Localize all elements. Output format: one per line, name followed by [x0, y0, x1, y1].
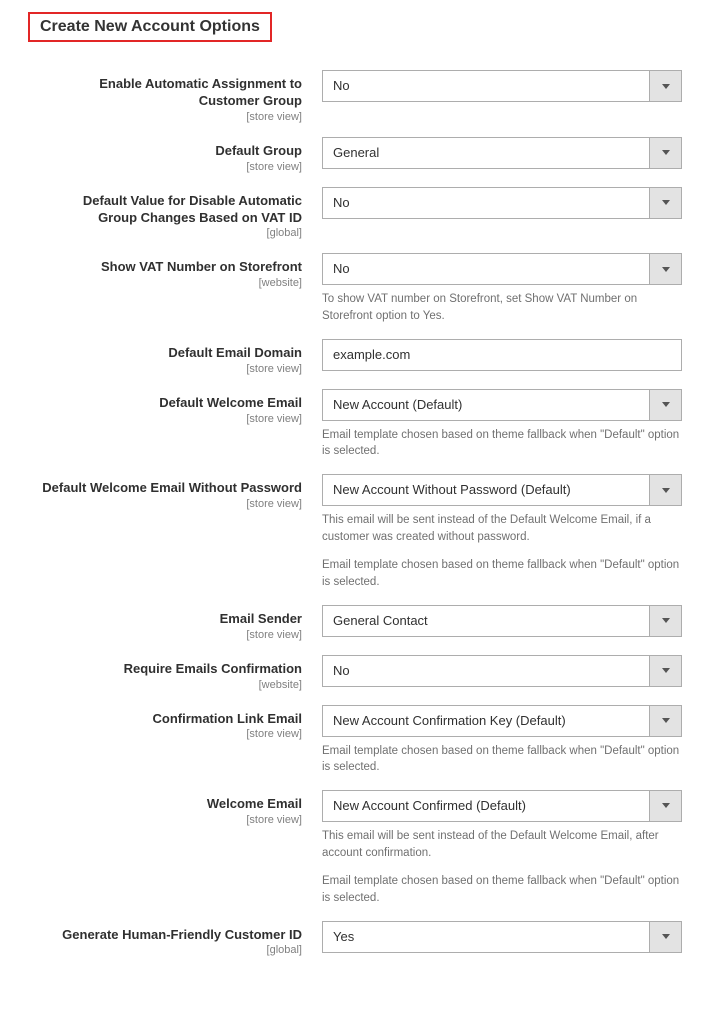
label-human-friendly-id: Generate Human-Friendly Customer ID [62, 927, 302, 942]
label-auto-assign: Enable Automatic Assignment to Customer … [99, 76, 302, 108]
scope-disable-auto-group: [global] [42, 227, 302, 239]
dropdown-button[interactable] [649, 706, 681, 736]
select-confirm-link[interactable]: New Account Confirmation Key (Default) [322, 705, 682, 737]
field-welcome-no-pw: Default Welcome Email Without Password [… [42, 474, 691, 591]
caret-down-icon [662, 267, 670, 272]
field-human-friendly-id: Generate Human-Friendly Customer ID [glo… [42, 921, 691, 957]
scope-welcome-confirmed: [store view] [42, 814, 302, 826]
select-value: No [323, 254, 649, 284]
dropdown-button[interactable] [649, 475, 681, 505]
select-value: New Account (Default) [323, 390, 649, 420]
label-default-group: Default Group [215, 143, 302, 158]
caret-down-icon [662, 718, 670, 723]
select-value: General Contact [323, 606, 649, 636]
field-auto-assign: Enable Automatic Assignment to Customer … [42, 70, 691, 123]
dropdown-button[interactable] [649, 791, 681, 821]
label-show-vat: Show VAT Number on Storefront [101, 259, 302, 274]
select-value: No [323, 656, 649, 686]
help-welcome-confirmed-2: Email template chosen based on theme fal… [322, 873, 682, 906]
select-disable-auto-group[interactable]: No [322, 187, 682, 219]
field-email-domain: Default Email Domain [store view] [42, 339, 691, 375]
scope-human-friendly-id: [global] [42, 944, 302, 956]
field-welcome-email: Default Welcome Email [store view] New A… [42, 389, 691, 460]
dropdown-button[interactable] [649, 254, 681, 284]
select-welcome-email[interactable]: New Account (Default) [322, 389, 682, 421]
label-email-domain: Default Email Domain [168, 345, 302, 360]
caret-down-icon [662, 934, 670, 939]
select-show-vat[interactable]: No [322, 253, 682, 285]
label-email-sender: Email Sender [220, 611, 302, 626]
caret-down-icon [662, 200, 670, 205]
caret-down-icon [662, 150, 670, 155]
help-confirm-link: Email template chosen based on theme fal… [322, 743, 682, 776]
select-value: No [323, 71, 649, 101]
scope-confirm-link: [store view] [42, 728, 302, 740]
help-welcome-email: Email template chosen based on theme fal… [322, 427, 682, 460]
label-welcome-no-pw: Default Welcome Email Without Password [42, 480, 302, 495]
select-welcome-no-pw[interactable]: New Account Without Password (Default) [322, 474, 682, 506]
scope-email-sender: [store view] [42, 629, 302, 641]
select-require-confirm[interactable]: No [322, 655, 682, 687]
dropdown-button[interactable] [649, 390, 681, 420]
field-default-group: Default Group [store view] General [42, 137, 691, 173]
dropdown-button[interactable] [649, 71, 681, 101]
caret-down-icon [662, 84, 670, 89]
dropdown-button[interactable] [649, 656, 681, 686]
field-welcome-confirmed: Welcome Email [store view] New Account C… [42, 790, 691, 907]
help-welcome-confirmed-1: This email will be sent instead of the D… [322, 828, 682, 861]
scope-show-vat: [website] [42, 277, 302, 289]
select-value: New Account Without Password (Default) [323, 475, 649, 505]
select-value: No [323, 188, 649, 218]
label-welcome-confirmed: Welcome Email [207, 796, 302, 811]
scope-require-confirm: [website] [42, 679, 302, 691]
select-auto-assign[interactable]: No [322, 70, 682, 102]
field-disable-auto-group: Default Value for Disable Automatic Grou… [42, 187, 691, 240]
select-value: General [323, 138, 649, 168]
caret-down-icon [662, 488, 670, 493]
help-welcome-no-pw-1: This email will be sent instead of the D… [322, 512, 682, 545]
scope-welcome-email: [store view] [42, 413, 302, 425]
scope-default-group: [store view] [42, 161, 302, 173]
dropdown-button[interactable] [649, 606, 681, 636]
label-disable-auto-group: Default Value for Disable Automatic Grou… [83, 193, 302, 225]
section-title: Create New Account Options [28, 12, 272, 42]
field-email-sender: Email Sender [store view] General Contac… [42, 605, 691, 641]
help-show-vat: To show VAT number on Storefront, set Sh… [322, 291, 682, 324]
label-require-confirm: Require Emails Confirmation [124, 661, 302, 676]
dropdown-button[interactable] [649, 138, 681, 168]
field-require-confirm: Require Emails Confirmation [website] No [42, 655, 691, 691]
field-show-vat: Show VAT Number on Storefront [website] … [42, 253, 691, 324]
caret-down-icon [662, 402, 670, 407]
select-value: Yes [323, 922, 649, 952]
dropdown-button[interactable] [649, 188, 681, 218]
select-email-sender[interactable]: General Contact [322, 605, 682, 637]
scope-welcome-no-pw: [store view] [42, 498, 302, 510]
select-welcome-confirmed[interactable]: New Account Confirmed (Default) [322, 790, 682, 822]
caret-down-icon [662, 668, 670, 673]
caret-down-icon [662, 803, 670, 808]
select-value: New Account Confirmation Key (Default) [323, 706, 649, 736]
field-confirm-link: Confirmation Link Email [store view] New… [42, 705, 691, 776]
help-welcome-no-pw-2: Email template chosen based on theme fal… [322, 557, 682, 590]
scope-email-domain: [store view] [42, 363, 302, 375]
label-welcome-email: Default Welcome Email [159, 395, 302, 410]
label-confirm-link: Confirmation Link Email [152, 711, 302, 726]
select-default-group[interactable]: General [322, 137, 682, 169]
dropdown-button[interactable] [649, 922, 681, 952]
scope-auto-assign: [store view] [42, 111, 302, 123]
caret-down-icon [662, 618, 670, 623]
select-human-friendly-id[interactable]: Yes [322, 921, 682, 953]
select-value: New Account Confirmed (Default) [323, 791, 649, 821]
input-email-domain[interactable] [322, 339, 682, 371]
